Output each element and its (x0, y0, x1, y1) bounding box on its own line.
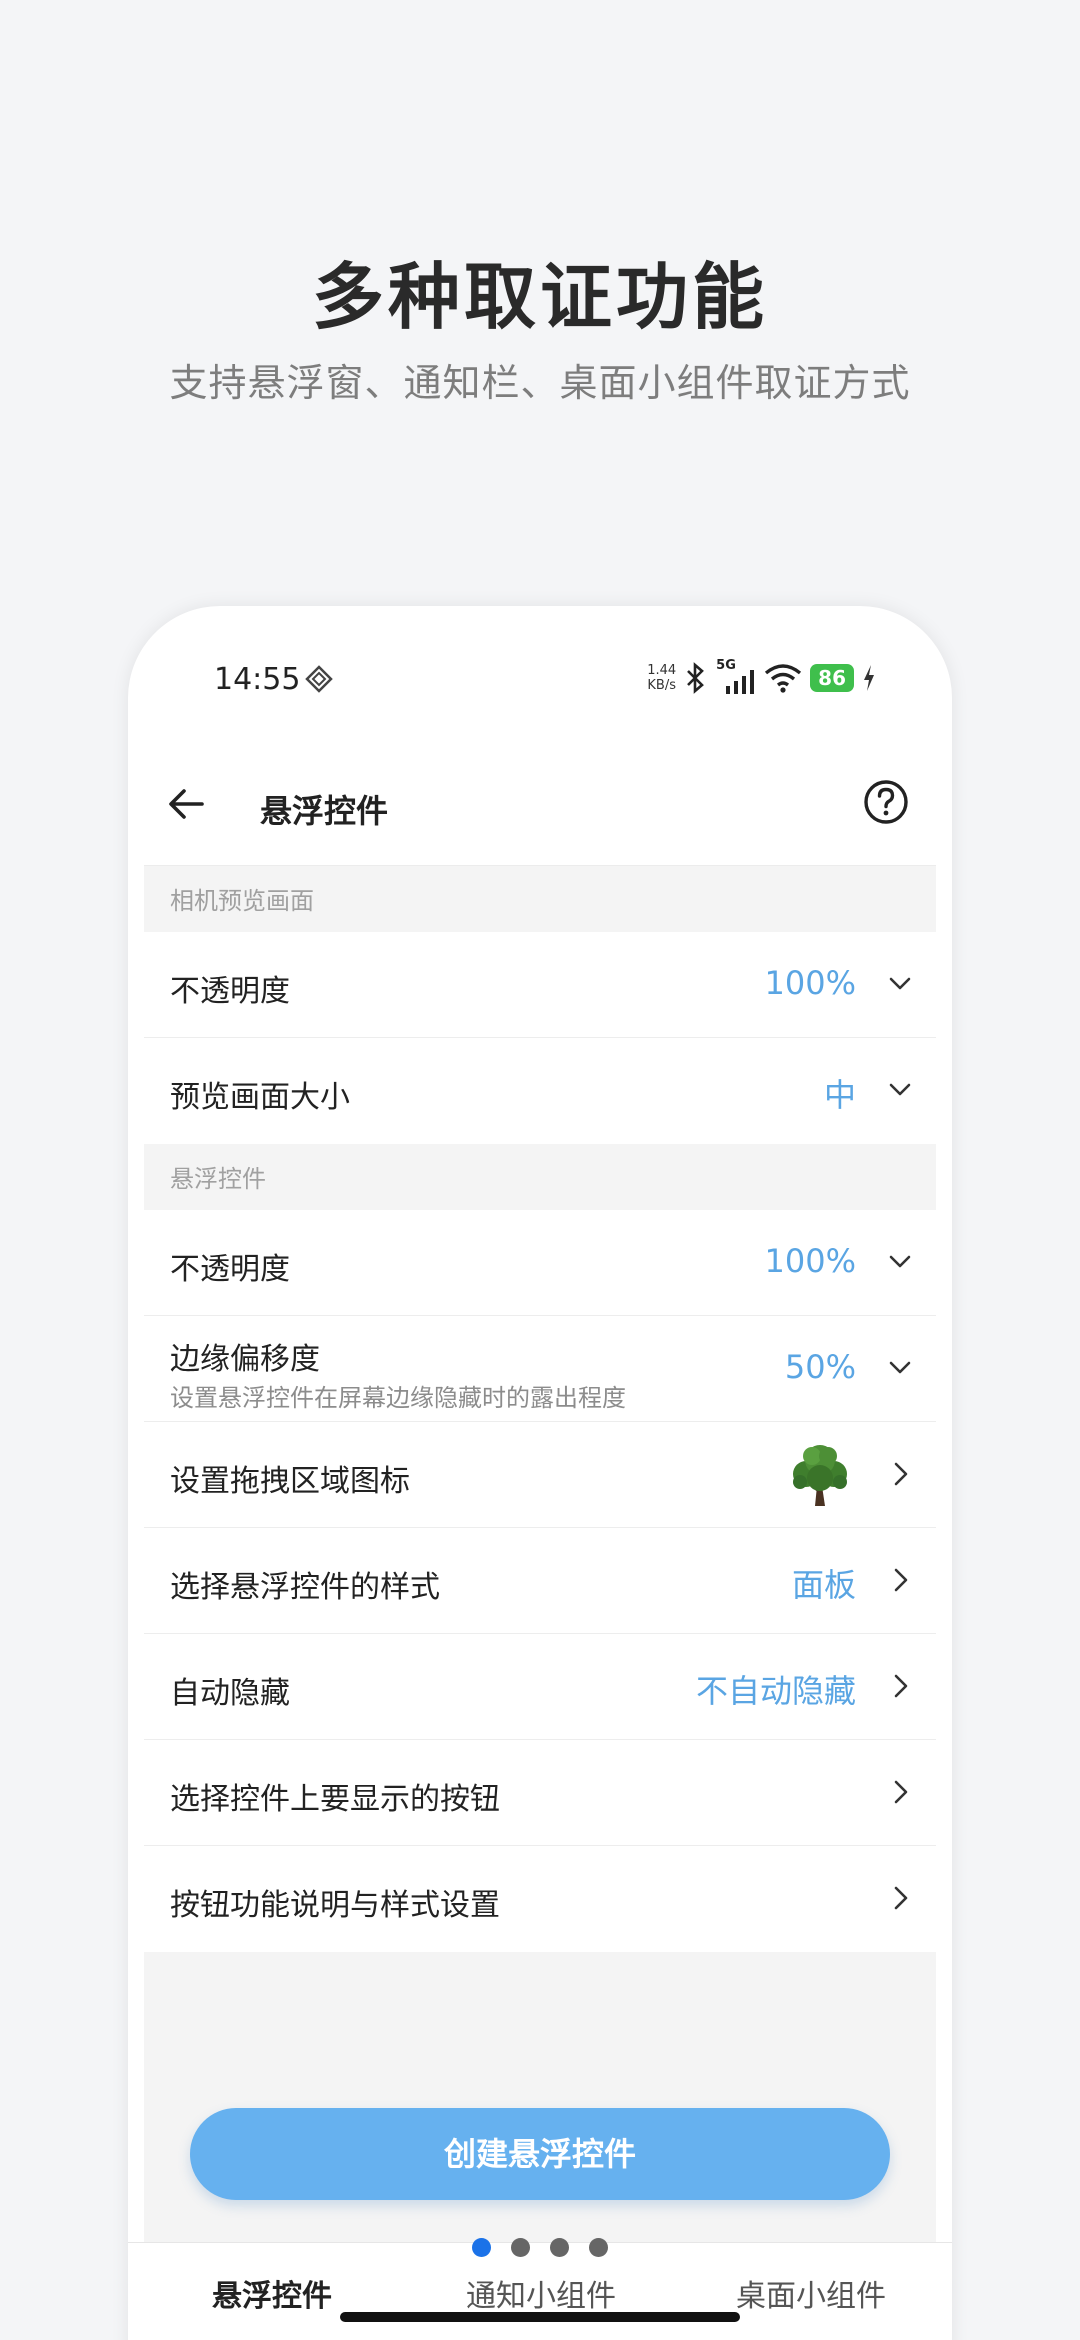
row-label: 自动隐藏 (170, 1676, 290, 1711)
net-speed-unit: KB/s (647, 678, 676, 693)
home-indicator[interactable] (340, 2312, 740, 2322)
chevron-down-icon (889, 1255, 911, 1268)
chevron-right-icon (894, 1462, 908, 1486)
row-edge-offset[interactable]: 边缘偏移度 设置悬浮控件在屏幕边缘隐藏时的露出程度 50% (144, 1316, 936, 1422)
row-value: 100% (764, 964, 856, 1002)
tree-icon (793, 1445, 847, 1506)
chevron-right-icon (894, 1568, 908, 1592)
tab-floating-widget[interactable]: 悬浮控件 (212, 2271, 332, 2315)
row-label: 设置拖拽区域图标 (170, 1464, 410, 1499)
promo-subtitle: 支持悬浮窗、通知栏、桌面小组件取证方式 (169, 361, 911, 405)
row-label: 选择控件上要显示的按钮 (170, 1782, 500, 1817)
phone-frame: 14:55 1.44 KB/s 5G 86 悬浮控件 相机预览画面 不透明度 1… (128, 606, 952, 2340)
row-value: 不自动隐藏 (695, 1672, 856, 1710)
create-widget-button[interactable]: 创建悬浮控件 (190, 2108, 890, 2200)
row-label: 不透明度 (170, 974, 290, 1009)
page-title: 悬浮控件 (260, 792, 389, 830)
net-speed: 1.44 KB/s (647, 663, 676, 693)
chevron-right-icon (894, 1780, 908, 1804)
help-icon[interactable] (862, 778, 910, 826)
charging-icon (864, 665, 874, 691)
chevron-down-icon (889, 1083, 911, 1096)
row-value: 面板 (791, 1566, 856, 1604)
battery-indicator: 86 (810, 664, 854, 692)
section-camera: 不透明度 100% 预览画面大小 中 (144, 932, 936, 1144)
row-value: 100% (764, 1242, 856, 1280)
back-arrow-icon[interactable] (164, 782, 208, 826)
row-preview-size[interactable]: 预览画面大小 中 (144, 1038, 936, 1144)
wifi-icon (765, 664, 802, 693)
row-button-help-style[interactable]: 按钮功能说明与样式设置 (144, 1846, 936, 1952)
row-subtitle: 设置悬浮控件在屏幕边缘隐藏时的露出程度 (170, 1384, 626, 1412)
bluetooth-icon (687, 662, 705, 694)
page-dot[interactable] (511, 2238, 530, 2257)
row-label: 边缘偏移度 (170, 1342, 320, 1377)
row-label: 选择悬浮控件的样式 (170, 1570, 440, 1605)
row-drag-icon[interactable]: 设置拖拽区域图标 (144, 1422, 936, 1528)
chevron-down-icon (889, 977, 911, 990)
row-label: 预览画面大小 (170, 1080, 350, 1115)
row-camera-opacity[interactable]: 不透明度 100% (144, 932, 936, 1038)
status-time: 14:55 (214, 662, 301, 697)
section-floating: 不透明度 100% 边缘偏移度 设置悬浮控件在屏幕边缘隐藏时的露出程度 50% … (144, 1210, 936, 1952)
row-value: 50% (784, 1348, 856, 1386)
status-icons: 1.44 KB/s 5G 86 (647, 658, 876, 698)
chevron-right-icon (894, 1674, 908, 1698)
signal-icon: 5G (716, 658, 756, 694)
diamond-icon (305, 665, 333, 693)
row-widget-opacity[interactable]: 不透明度 100% (144, 1210, 936, 1316)
row-label: 不透明度 (170, 1252, 290, 1287)
status-bar: 14:55 1.44 KB/s 5G 86 (128, 606, 952, 746)
settings-list: 相机预览画面 不透明度 100% 预览画面大小 中 悬浮控件 不透明度 100%… (144, 866, 936, 2286)
tab-desktop-widget[interactable]: 桌面小组件 (736, 2271, 886, 2315)
app-bar: 悬浮控件 (144, 746, 936, 866)
tab-notification-widget[interactable]: 通知小组件 (466, 2271, 616, 2315)
chevron-down-icon (889, 1361, 911, 1374)
page-dot[interactable] (472, 2238, 491, 2257)
section-header-floating: 悬浮控件 (144, 1144, 936, 1210)
row-choose-buttons[interactable]: 选择控件上要显示的按钮 (144, 1740, 936, 1846)
page-dot[interactable] (589, 2238, 608, 2257)
page-indicator (0, 2238, 1080, 2258)
row-value: 中 (823, 1076, 856, 1114)
section-header-camera: 相机预览画面 (144, 866, 936, 932)
page-dot[interactable] (550, 2238, 569, 2257)
chevron-right-icon (894, 1886, 908, 1910)
row-widget-style[interactable]: 选择悬浮控件的样式 面板 (144, 1528, 936, 1634)
row-label: 按钮功能说明与样式设置 (170, 1888, 500, 1923)
row-auto-hide[interactable]: 自动隐藏 不自动隐藏 (144, 1634, 936, 1740)
net-speed-value: 1.44 (647, 663, 677, 678)
promo-title: 多种取证功能 (311, 255, 768, 339)
